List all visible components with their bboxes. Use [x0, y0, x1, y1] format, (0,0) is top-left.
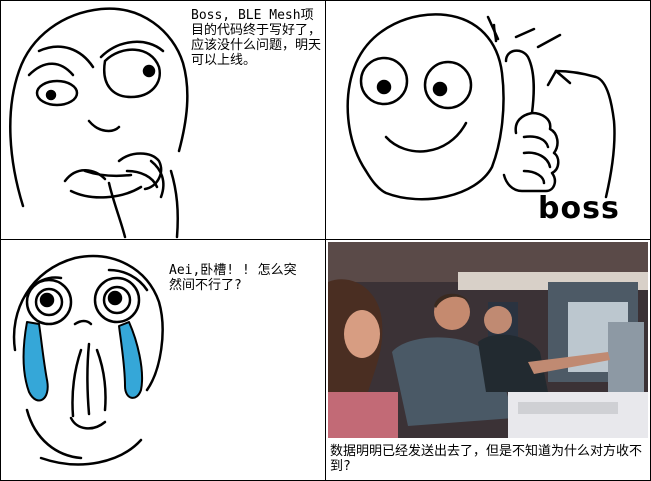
lab-photo — [328, 242, 648, 438]
panel-lab-photo: 数据明明已经发送出去了，但是不知道为什么对方收不到? — [326, 240, 650, 480]
rage-comic: Boss, BLE Mesh项目的代码终于写好了，应该没什么问题，明天可以上线。 — [0, 0, 651, 481]
panel-3-caption: Aei,卧槽! ! 怎么突然间不行了? — [169, 263, 297, 293]
boss-label: boss — [538, 191, 620, 226]
panel-crying-face: Aei,卧槽! ! 怎么突然间不行了? — [1, 240, 326, 480]
panel-thinking-face: Boss, BLE Mesh项目的代码终于写好了，应该没什么问题，明天可以上线。 — [1, 1, 326, 240]
panel-thumbs-up: boss — [326, 1, 650, 240]
panel-1-caption: Boss, BLE Mesh项目的代码终于写好了，应该没什么问题，明天可以上线。 — [191, 8, 322, 68]
panel-4-caption: 数据明明已经发送出去了，但是不知道为什么对方收不到? — [330, 444, 643, 474]
